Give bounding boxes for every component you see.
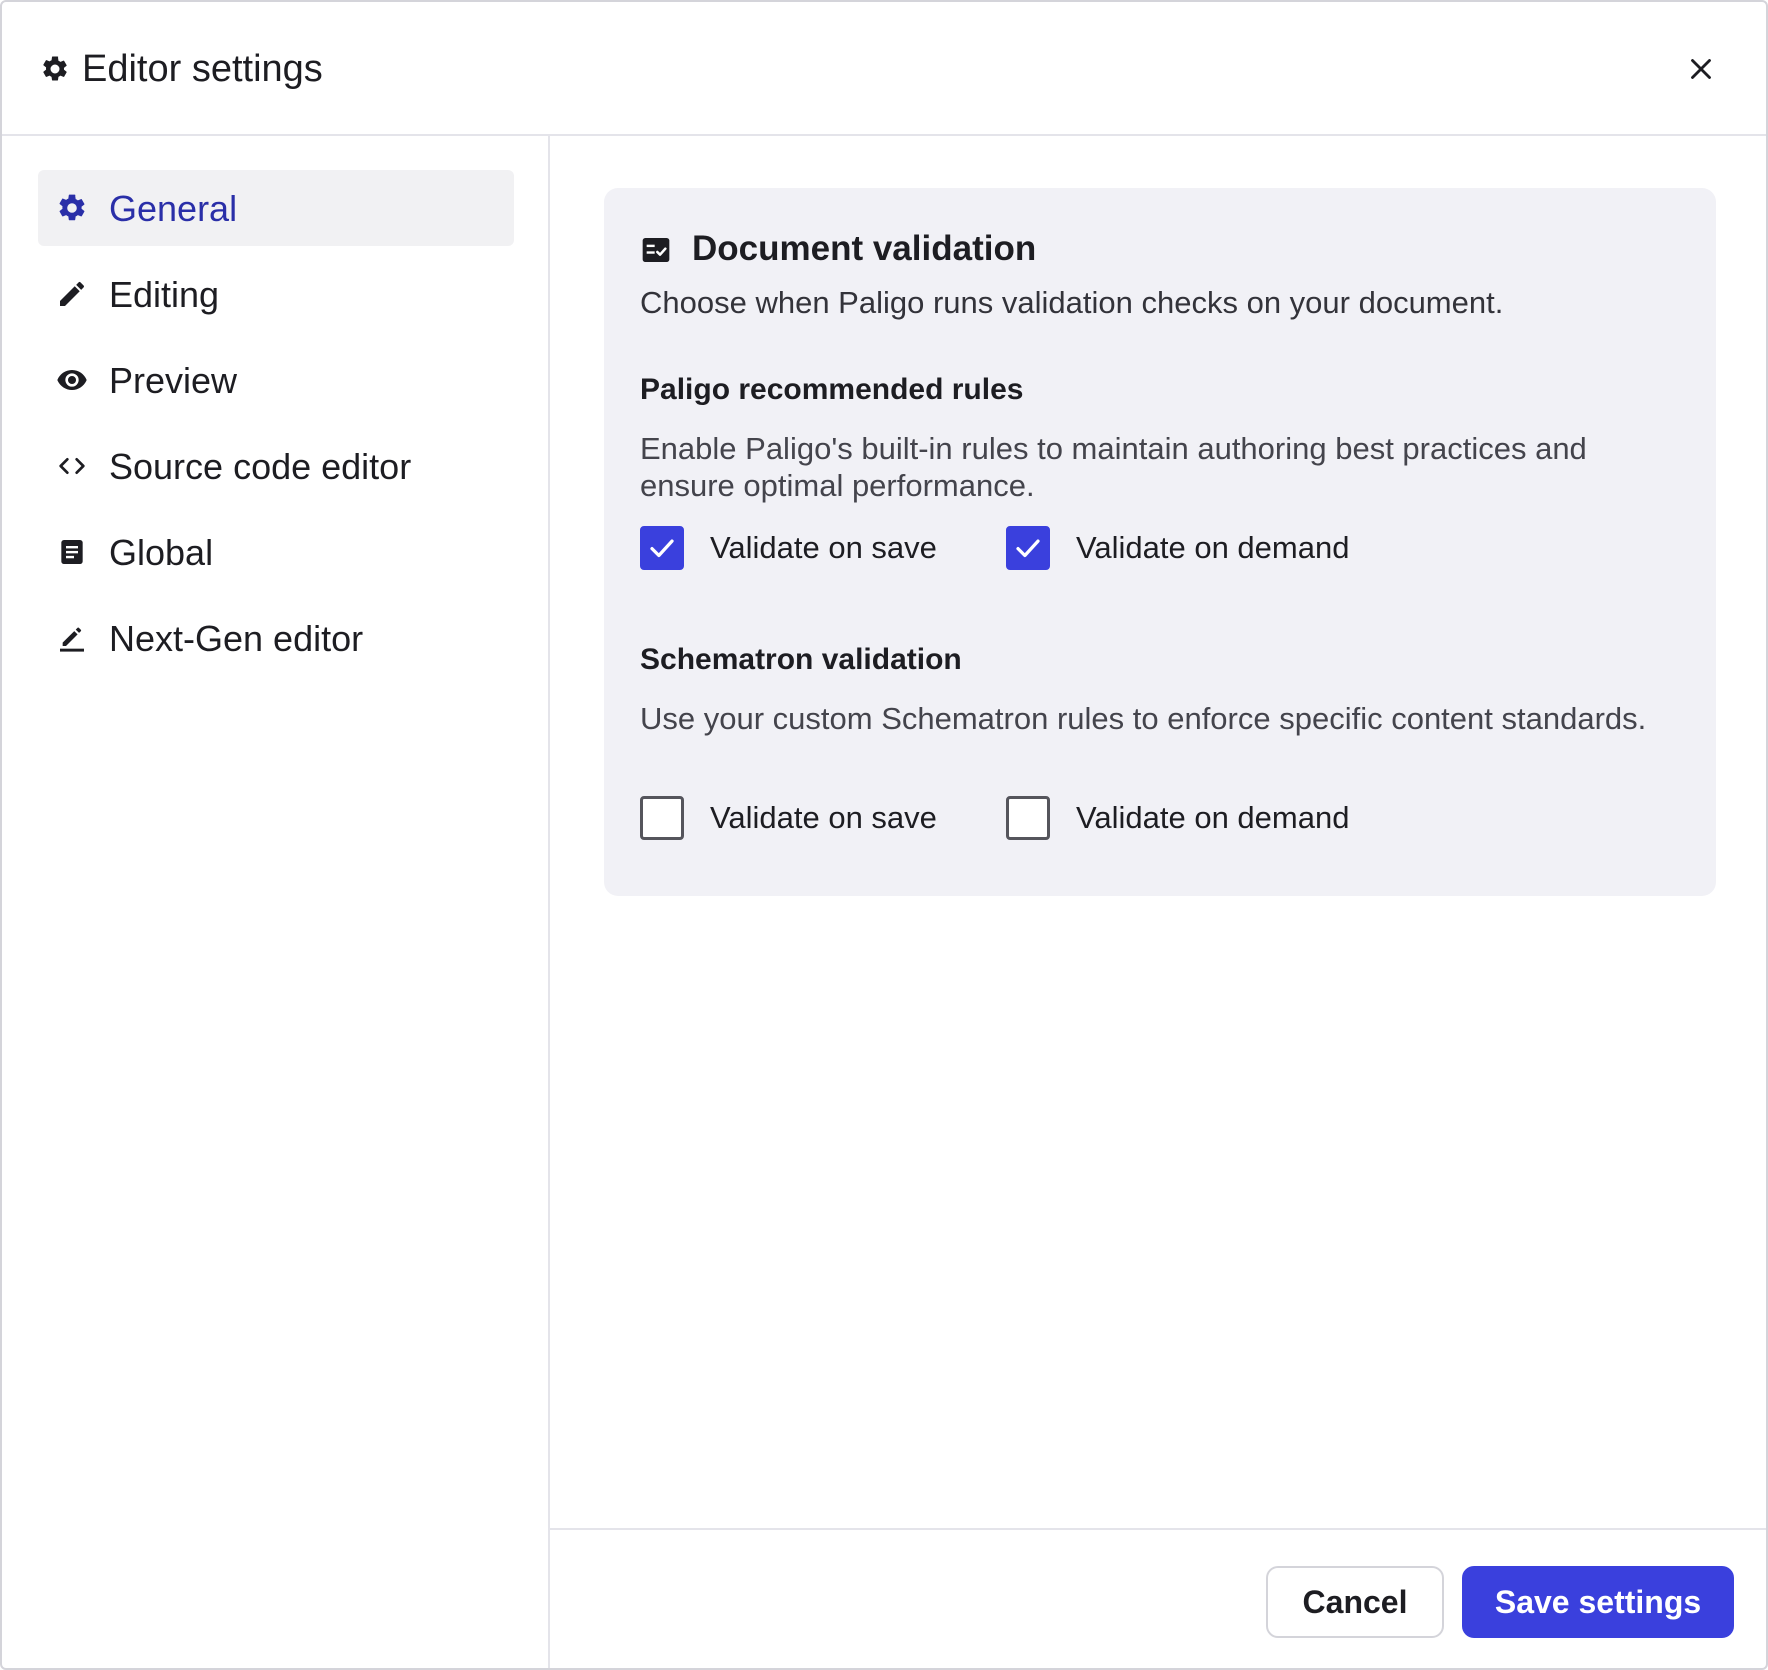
checkbox-label[interactable]: Validate on demand xyxy=(1076,528,1349,568)
section-title-schematron: Schematron validation xyxy=(640,643,962,676)
schematron-validate-on-demand-checkbox[interactable] xyxy=(1006,796,1050,840)
save-settings-button[interactable]: Save settings xyxy=(1462,1566,1734,1638)
close-icon[interactable] xyxy=(1684,52,1718,86)
code-icon xyxy=(59,458,85,474)
checkmark-icon xyxy=(1016,539,1040,558)
sidebar-item-label: General xyxy=(109,188,238,229)
eye-icon xyxy=(57,370,87,390)
dialog-footer: Cancel Save settings xyxy=(550,1528,1766,1668)
dialog-header: Editor settings xyxy=(2,2,1766,136)
sidebar-item-preview[interactable]: Preview xyxy=(38,342,514,418)
cancel-button[interactable]: Cancel xyxy=(1266,1566,1444,1638)
pencil-icon xyxy=(60,281,85,306)
sidebar-item-global[interactable]: Global xyxy=(38,514,514,590)
sidebar-item-label: Global xyxy=(109,532,214,573)
sidebar-item-label: Preview xyxy=(109,360,238,401)
sidebar-item-label: Source code editor xyxy=(109,446,412,487)
schematron-validate-on-save-checkbox[interactable] xyxy=(640,796,684,840)
checkbox-label[interactable]: Validate on save xyxy=(710,798,937,838)
checkbox-label[interactable]: Validate on save xyxy=(710,528,937,568)
card-description: Choose when Paligo runs validation check… xyxy=(640,285,1504,320)
pen-underline-icon xyxy=(60,627,84,652)
section-description-schematron: Use your custom Schematron rules to enfo… xyxy=(640,701,1647,736)
document-validation-card: Document validation Choose when Paligo r… xyxy=(604,188,1716,896)
checkbox-label[interactable]: Validate on demand xyxy=(1076,798,1349,838)
checklist-icon xyxy=(642,238,670,262)
checkmark-icon xyxy=(650,539,674,558)
paligo-validate-on-demand-checkbox[interactable] xyxy=(1006,526,1050,570)
editor-settings-dialog: Editor settings General Editing Preview xyxy=(0,0,1768,1670)
settings-sidebar: General Editing Preview Source code edit… xyxy=(2,136,550,1668)
paligo-rules-options: Validate on save Validate on demand xyxy=(640,526,1680,572)
document-icon xyxy=(61,540,83,564)
sidebar-item-general[interactable]: General xyxy=(38,170,514,246)
section-description-paligo-rules: Enable Paligo's built-in rules to mainta… xyxy=(640,431,1587,503)
schematron-options: Validate on save Validate on demand xyxy=(640,796,1680,842)
sidebar-item-editing[interactable]: Editing xyxy=(38,256,514,332)
card-title: Document validation xyxy=(692,229,1037,268)
sidebar-item-next-gen-editor[interactable]: Next-Gen editor xyxy=(38,600,514,676)
paligo-validate-on-save-checkbox[interactable] xyxy=(640,526,684,570)
dialog-title: Editor settings xyxy=(82,48,323,90)
section-title-paligo-rules: Paligo recommended rules xyxy=(640,373,1024,406)
gear-icon xyxy=(59,194,85,221)
gear-icon xyxy=(43,56,67,81)
sidebar-item-label: Next-Gen editor xyxy=(109,618,364,659)
sidebar-item-label: Editing xyxy=(109,274,220,315)
sidebar-item-source-code-editor[interactable]: Source code editor xyxy=(38,428,514,504)
settings-content: Document validation Choose when Paligo r… xyxy=(550,136,1766,1528)
